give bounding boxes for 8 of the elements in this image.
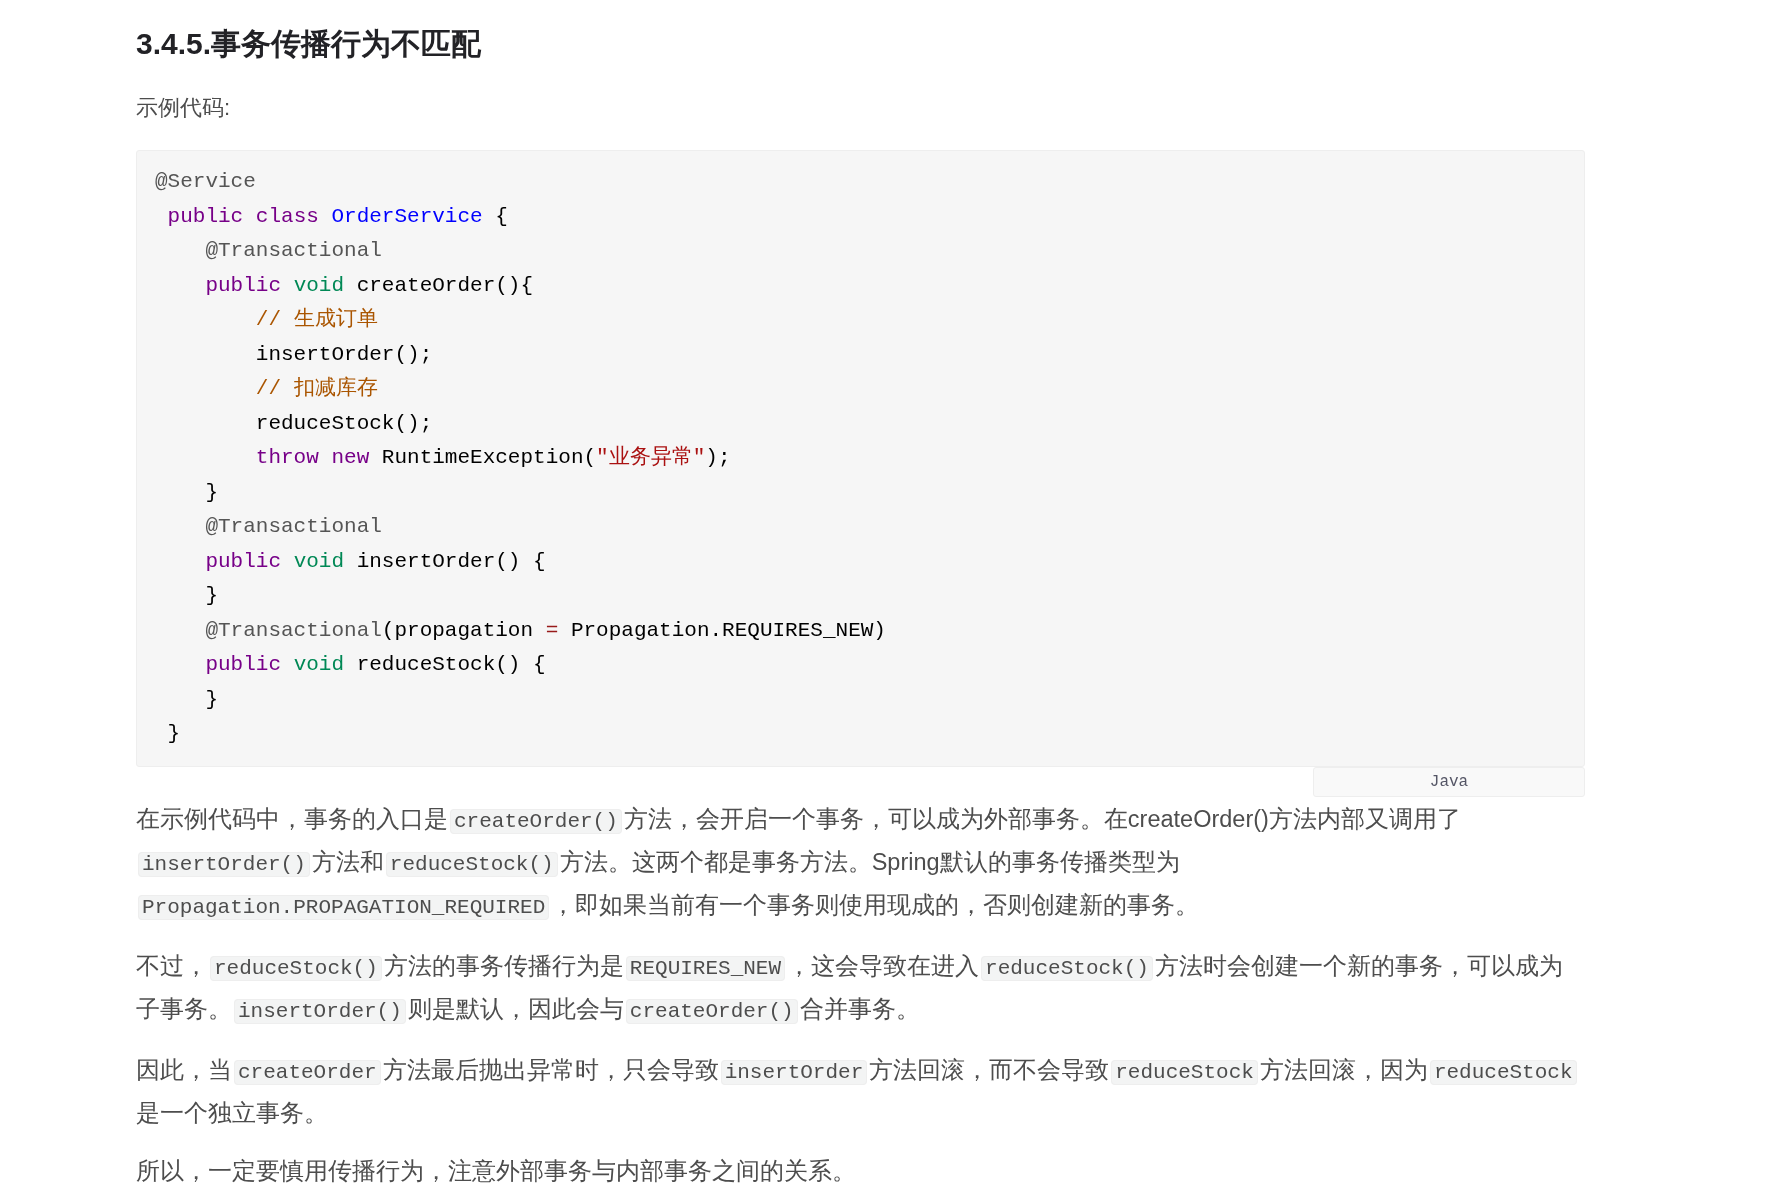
paragraph: 所以，一定要慎用传播行为，注意外部事务与内部事务之间的关系。	[136, 1156, 857, 1183]
paragraph: 因此，当 createOrder 方法最后抛出异常时，只会导致 insertOrder 方法回滚，而不会导致 reduceStock 方法回滚，因为 reduceStock 是一个独立事务。	[136, 1049, 1585, 1133]
section-heading: 3.4.5.事务传播行为不匹配	[136, 26, 483, 62]
language-label: Java	[1313, 766, 1585, 797]
code-block: @Service public class OrderService { @Transactional public void createOrder(){ // 生成订单 insertOrder(); // 扣减库存 reduceStock(); throw new RuntimeException("业务异常"); } @Transactional public void insertOrder() { } @Transactional(propagation = Propagation.REQUIRES_NEW) public void reduceStock() { } }	[136, 150, 1585, 767]
intro-text: 示例代码:	[136, 94, 232, 122]
paragraph: 不过， reduceStock() 方法的事务传播行为是 REQUIRES_NEW ，这会导致在进入 reduceStock() 方法时会创建一个新的事务，可以成为子事务。 insertOrder() 则是默认，因此会与 createOrder() 合并事务。	[136, 951, 1564, 1026]
paragraph: 在示例代码中，事务的入口是 createOrder() 方法，会开启一个事务，可以成为外部事务。在createOrder()方法内部又调用了 insertOrder() 方法和 reduceStock() 方法。这两个都是事务方法。Spring默认的事务传播类型为 Propagation.PROPAGATION_REQUIRED ，即如果当前有一个事务则使用现成的，否则创建新的事务。	[136, 804, 1462, 922]
